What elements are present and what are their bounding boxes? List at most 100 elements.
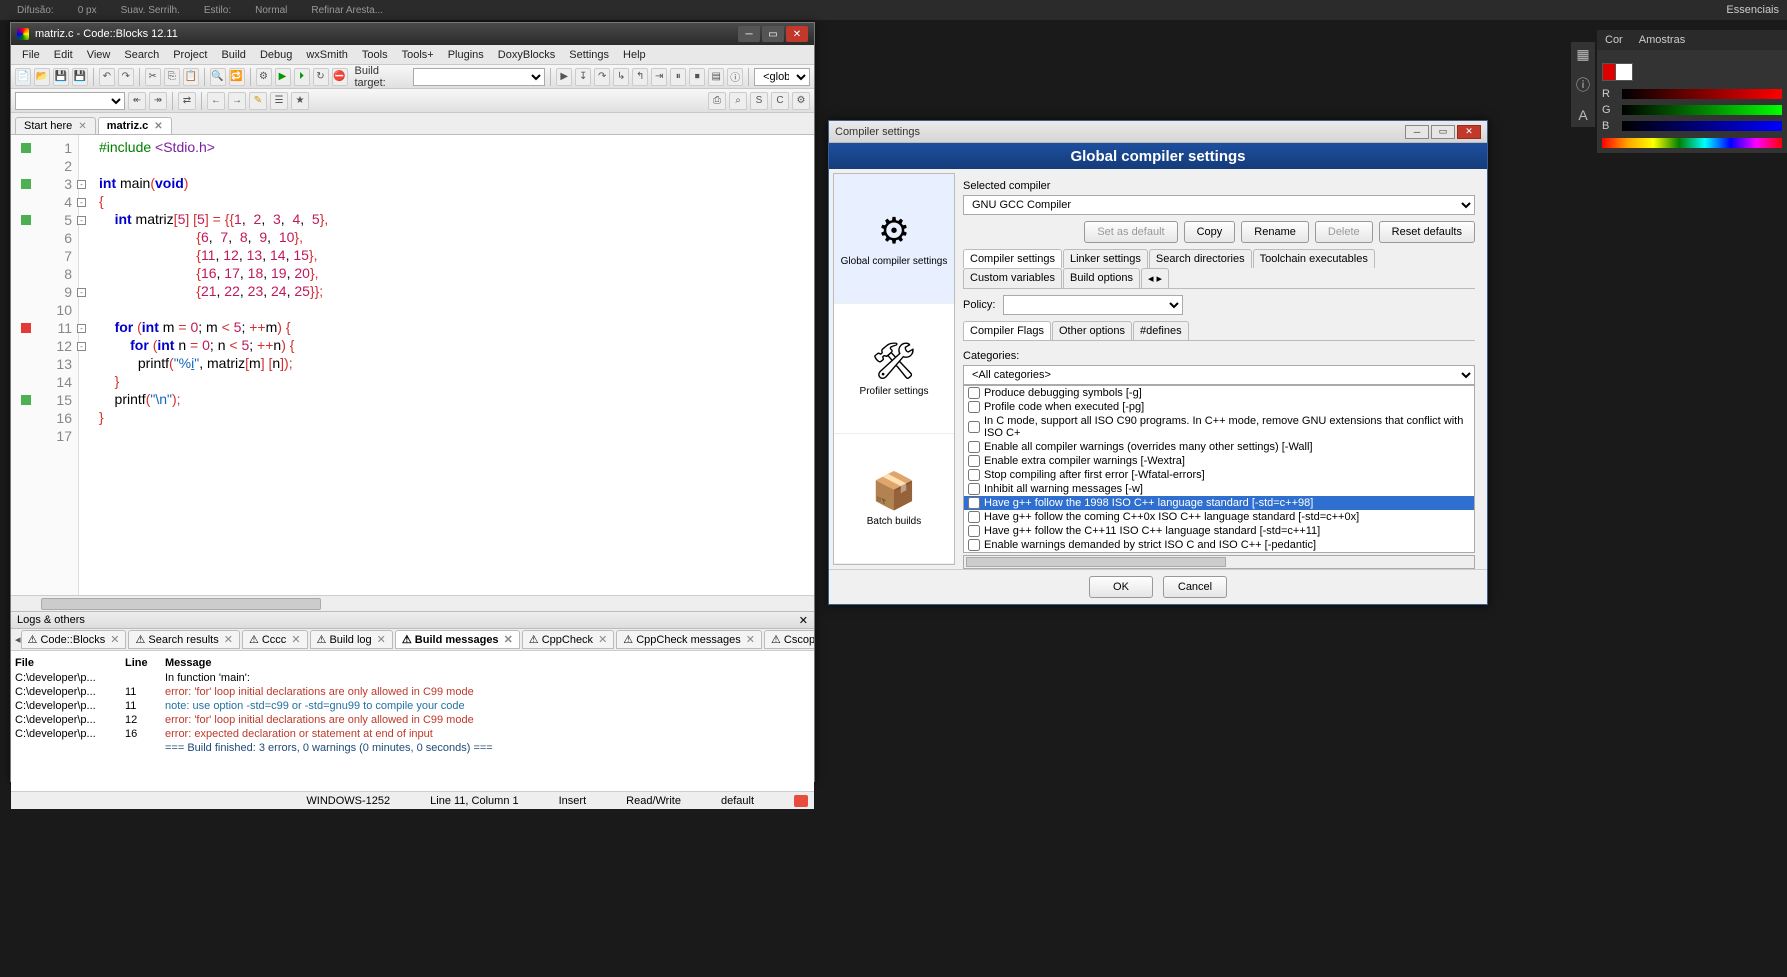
flag-checkbox[interactable] [968,497,980,509]
menu-settings[interactable]: Settings [562,47,616,63]
flag-item[interactable]: Have g++ follow the C++11 ISO C++ langua… [964,524,1474,538]
tab-color[interactable]: Cor [1597,30,1631,50]
menu-wxsmith[interactable]: wxSmith [299,47,355,63]
sidebar-item[interactable]: ⚙Global compiler settings [834,174,954,304]
run-to-cursor-icon[interactable]: ↧ [575,68,591,86]
menu-help[interactable]: Help [616,47,653,63]
dialog-titlebar[interactable]: Compiler settings ─ ▭ ✕ [829,121,1487,143]
flag-checkbox[interactable] [968,387,980,399]
tab-prev-icon[interactable]: ◂ [15,633,21,646]
flag-item[interactable]: Enable warnings demanded by strict ISO C… [964,538,1474,552]
tab-toolchain-executables[interactable]: Toolchain executables [1253,249,1375,268]
menu-file[interactable]: File [15,47,47,63]
flag-checkbox[interactable] [968,441,980,453]
flag-item[interactable]: In C mode, support all ISO C90 programs.… [964,414,1474,440]
menu-search[interactable]: Search [117,47,166,63]
titlebar[interactable]: matriz.c - Code::Blocks 12.11 ─ ▭ ✕ [11,23,814,45]
build-target-select[interactable] [413,68,545,86]
close-tab-icon[interactable]: ✕ [504,633,513,646]
log-tab[interactable]: ⚠ Build log✕ [310,630,393,649]
flags-list[interactable]: Produce debugging symbols [-g]Profile co… [963,385,1475,553]
menu-project[interactable]: Project [166,47,214,63]
text-icon[interactable]: A [1578,107,1587,123]
menu-edit[interactable]: Edit [47,47,80,63]
info-icon[interactable]: ⓘ [1576,75,1590,95]
doxy-s-icon[interactable]: S [750,92,768,110]
highlight-icon[interactable]: ✎ [249,92,267,110]
save-all-icon[interactable]: 💾 [72,68,88,86]
undo-icon[interactable]: ↶ [99,68,115,86]
close-tab-icon[interactable]: ✕ [598,633,607,646]
copy-button[interactable]: Copy [1184,221,1236,243]
swatch-icon[interactable]: ▦ [1576,46,1589,63]
set-default-button[interactable]: Set as default [1084,221,1177,243]
flags-hscroll[interactable] [963,555,1475,569]
host-button[interactable]: Refinar Aresta... [311,5,383,16]
slider-g[interactable] [1622,105,1782,115]
gutter[interactable]: 123-4-5-6789-1011-12-1314151617 [11,135,79,595]
select-icon[interactable]: ☰ [270,92,288,110]
log-tab[interactable]: ⚠ Build messages✕ [395,630,520,649]
close-tab-icon[interactable]: ✕ [746,633,755,646]
build-icon[interactable]: ⚙ [256,68,272,86]
tab-custom-variables[interactable]: Custom variables [963,268,1062,288]
build-messages-body[interactable]: File Line Message C:\developer\p...In fu… [11,651,814,791]
flag-checkbox[interactable] [968,455,980,467]
menu-build[interactable]: Build [214,47,252,63]
flag-checkbox[interactable] [968,539,980,551]
reset-button[interactable]: Reset defaults [1379,221,1475,243]
sidebar-item[interactable]: 🛠Profiler settings [834,304,954,434]
log-row[interactable]: C:\developer\p...12error: 'for' loop ini… [15,713,810,727]
menu-doxyblocks[interactable]: DoxyBlocks [491,47,562,63]
doxy-icon[interactable]: ⎙ [708,92,726,110]
tab-build-options[interactable]: Build options [1063,268,1140,288]
tab-compiler-settings[interactable]: Compiler settings [963,249,1062,268]
logs-panel-title[interactable]: Logs & others ✕ [11,611,814,629]
flag-checkbox[interactable] [968,421,980,433]
editor[interactable]: 123-4-5-6789-1011-12-1314151617 #include… [11,135,814,595]
close-icon[interactable]: ✕ [799,614,808,627]
ok-button[interactable]: OK [1089,576,1153,598]
slider-b[interactable] [1622,121,1782,131]
abort-icon[interactable]: ⛔ [332,68,348,86]
minimize-button[interactable]: ─ [738,26,760,42]
stop-icon[interactable]: ⏹ [689,68,705,86]
editor-hscroll[interactable] [11,595,814,611]
spectrum-bar[interactable] [1602,138,1782,148]
log-tab[interactable]: ⚠ CppCheck messages✕ [616,630,762,649]
flag-item[interactable]: Produce debugging symbols [-g] [964,386,1474,400]
scope-select[interactable]: <global> [754,68,810,86]
back-icon[interactable]: ← [207,92,225,110]
find-icon[interactable]: 🔍 [210,68,226,86]
replace-icon[interactable]: 🔁 [229,68,245,86]
forward-icon[interactable]: → [228,92,246,110]
code-area[interactable]: #include <Stdio.h>int main(void){ int ma… [79,135,814,595]
flag-item[interactable]: Inhibit all warning messages [-w] [964,482,1474,496]
menu-tools+[interactable]: Tools+ [395,47,441,63]
subtab[interactable]: Compiler Flags [963,321,1051,340]
open-icon[interactable]: 📂 [34,68,50,86]
log-row[interactable]: C:\developer\p...16error: expected decla… [15,727,810,741]
break-icon[interactable]: ⏸ [670,68,686,86]
close-tab-icon[interactable]: ✕ [377,633,386,646]
info-icon[interactable]: ⓘ [727,68,743,86]
debug-run-icon[interactable]: ▶ [556,68,572,86]
policy-select[interactable] [1003,295,1183,315]
flag-checkbox[interactable] [968,469,980,481]
editor-tab[interactable]: matriz.c✕ [98,117,172,134]
flag-checkbox[interactable] [968,483,980,495]
run-icon[interactable]: ▶ [275,68,291,86]
close-button[interactable]: ✕ [786,26,808,42]
log-tab[interactable]: ⚠ Code::Blocks✕ [21,630,127,649]
log-tab[interactable]: ⚠ Cccc✕ [242,630,308,649]
tab-linker-settings[interactable]: Linker settings [1063,249,1148,268]
close-tab-icon[interactable]: ✕ [78,121,86,132]
sidebar-item[interactable]: 📦Batch builds [834,434,954,564]
flag-checkbox[interactable] [968,511,980,523]
close-tab-icon[interactable]: ✕ [154,121,162,132]
step-out-icon[interactable]: ↰ [632,68,648,86]
flag-item[interactable]: Profile code when executed [-pg] [964,400,1474,414]
symbol-select[interactable] [15,92,125,110]
bookmark-icon[interactable]: ★ [291,92,309,110]
workspace-label[interactable]: Essenciais [1726,0,1779,16]
